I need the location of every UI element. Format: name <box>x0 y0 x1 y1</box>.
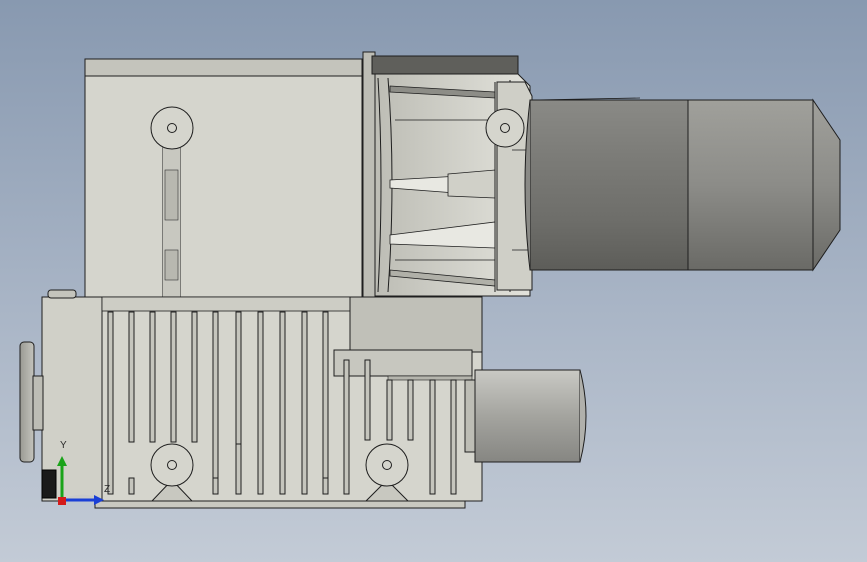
bottom-bolt-left <box>150 443 194 487</box>
black-plug <box>41 469 57 499</box>
bottom-bolt-right <box>365 443 409 487</box>
triad-y-label: Y <box>60 440 67 451</box>
triad-x-axis <box>58 497 66 505</box>
fan-cover <box>362 51 533 311</box>
main-motor <box>524 97 841 272</box>
inlet-flange <box>19 341 44 463</box>
fan-bolt <box>485 108 525 148</box>
lower-housing <box>41 289 483 509</box>
top-bolt <box>150 106 194 150</box>
cad-viewport[interactable]: Y Z <box>0 0 867 562</box>
auxiliary-motor <box>464 369 587 463</box>
vacuum-pump-model[interactable] <box>0 0 867 562</box>
upper-housing <box>84 58 369 298</box>
triad-z-label: Z <box>104 484 111 495</box>
